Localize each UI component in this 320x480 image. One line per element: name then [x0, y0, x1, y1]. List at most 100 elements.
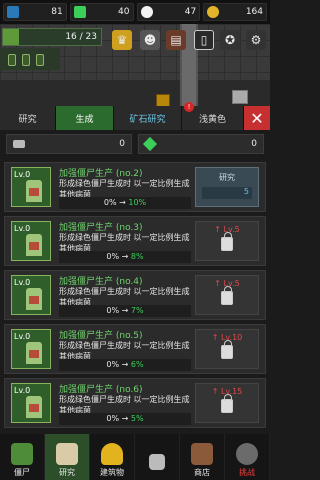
lock-icon [149, 454, 165, 470]
nav-label: 建筑物 [100, 468, 124, 477]
research-icon: Lv.0 [11, 167, 51, 207]
percent-to: 8% [130, 252, 144, 261]
percent-from: 0% [106, 252, 120, 261]
currency-value: 0 [119, 139, 125, 149]
character-icon[interactable]: ☻ [140, 30, 160, 50]
locked-button[interactable]: ↑ Lv.5 [195, 275, 259, 315]
percent-from: 0% [106, 414, 120, 423]
lab-scene[interactable]: 16 / 23 ♛ ☻ ▤ ▯ ✪ ⚙ [0, 24, 270, 106]
level-progress: 16 / 23 [65, 32, 97, 42]
nav-locked[interactable] [135, 434, 180, 480]
nav-research[interactable]: 研究 [45, 434, 90, 480]
resource-skull-white: 47 [136, 3, 201, 21]
card-icon[interactable]: ▯ [194, 30, 214, 50]
research-button-label: 研究 [219, 173, 235, 182]
zombie-hand-icon [11, 443, 33, 465]
currency-row: 0 0 [0, 134, 270, 154]
tab-research[interactable]: 研究 [0, 106, 56, 130]
zombie-icon [26, 234, 42, 256]
item-level: Lv.0 [14, 332, 31, 341]
medal-icon[interactable]: ✪ [220, 30, 240, 50]
item-level: Lv.0 [14, 224, 31, 233]
resource-flask: 40 [69, 3, 134, 21]
research-percent: 0% → 8% [59, 251, 191, 263]
percent-from: 0% [103, 198, 117, 207]
crate-icon [156, 94, 170, 106]
zombie-icon [26, 288, 42, 310]
percent-to: 10% [128, 198, 147, 207]
research-icon: Lv.0 [11, 275, 51, 315]
research-icon: Lv.0 [11, 329, 51, 369]
currency-gem: 0 [138, 134, 264, 154]
research-item: Lv.0 加强僵尸生产 (no.5) 形成绿色僵尸生成时 以一定比例生成其他病菌… [4, 324, 266, 374]
nav-shop[interactable]: 商店 [180, 434, 225, 480]
nav-label: 商店 [194, 468, 210, 477]
gasmask-icon [236, 443, 258, 465]
tab-label: 浅黄色 [198, 114, 226, 125]
jar-icon [8, 54, 16, 66]
nav-label: 僵尸 [14, 468, 30, 477]
research-item: Lv.0 加强僵尸生产 (no.6) 形成绿色僵尸生成时 以一定比例生成其他病菌… [4, 378, 266, 428]
shop-icon [191, 443, 213, 465]
research-list[interactable]: Lv.0 加强僵尸生产 (no.2) 形成绿色僵尸生成时 以一定比例生成其他病菌… [4, 162, 266, 430]
percent-to: 5% [130, 414, 144, 423]
percent-to: 6% [130, 360, 144, 369]
jar-icon [36, 54, 44, 66]
locked-button[interactable]: ↑ Lv.10 [195, 329, 259, 369]
resource-value: 164 [245, 7, 263, 17]
gear-icon[interactable]: ⚙ [246, 30, 266, 50]
research-percent: 0% → 7% [59, 305, 191, 317]
skull-icon [7, 6, 19, 18]
item-level: Lv.0 [14, 170, 31, 179]
resource-skull: 81 [3, 3, 67, 21]
lock-icon [221, 394, 233, 413]
research-item: Lv.0 加强僵尸生产 (no.2) 形成绿色僵尸生成时 以一定比例生成其他病菌… [4, 162, 266, 212]
tab-generate[interactable]: 生成 [56, 106, 114, 130]
nav-label: 挑战 [239, 468, 255, 477]
helmet-icon [101, 443, 123, 465]
nav-buildings[interactable]: 建筑物 [90, 434, 135, 480]
nav-challenge[interactable]: 挑战 [225, 434, 270, 480]
close-button[interactable]: ✕ [244, 106, 270, 130]
nav-label: 研究 [59, 468, 75, 477]
research-icon: Lv.0 [11, 221, 51, 261]
tab-label: 矿石研究 [129, 114, 166, 125]
zombie-head-icon [3, 29, 19, 45]
gem-icon [142, 136, 158, 152]
zombie-icon [26, 396, 42, 418]
research-cost: 5 [202, 187, 252, 199]
game-screen: 81 40 47 164 16 / 23 ♛ ☻ ▤ ▯ ✪ ⚙ 研究 生成 矿… [0, 0, 270, 480]
level-indicator[interactable]: 16 / 23 [2, 28, 102, 46]
research-item: Lv.0 加强僵尸生产 (no.3) 形成绿色僵尸生成时 以一定比例生成其他病菌… [4, 216, 266, 266]
locked-button[interactable]: ↑ Lv.15 [195, 383, 259, 423]
lock-icon [221, 286, 233, 305]
research-percent: 0% → 10% [59, 197, 191, 209]
tab-label: 生成 [75, 114, 94, 125]
cost-value: 5 [243, 187, 249, 196]
jar-icon [22, 54, 30, 66]
research-button[interactable]: 研究 5 [195, 167, 259, 207]
trophy-icon[interactable]: ♛ [112, 30, 132, 50]
research-percent: 0% → 5% [59, 413, 191, 425]
locked-button[interactable]: ↑ Lv.5 [195, 221, 259, 261]
book-icon[interactable]: ▤ [166, 30, 186, 50]
currency-value: 0 [251, 139, 257, 149]
resource-value: 81 [51, 7, 63, 17]
lock-icon [221, 340, 233, 359]
nav-zombies[interactable]: 僵尸 [0, 434, 45, 480]
floor [0, 80, 270, 106]
resource-bar: 81 40 47 164 [0, 0, 270, 24]
tab-light-yellow[interactable]: ! 浅黄色 [182, 102, 244, 130]
currency-stone: 0 [6, 134, 132, 154]
percent-to: 7% [130, 306, 144, 315]
percent-from: 0% [106, 306, 120, 315]
notification-badge: ! [184, 102, 194, 112]
zombie-icon [26, 180, 42, 202]
computer-icon [232, 90, 248, 104]
research-item: Lv.0 加强僵尸生产 (no.4) 形成绿色僵尸生成时 以一定比例生成其他病菌… [4, 270, 266, 320]
bottom-nav: 僵尸 研究 建筑物 商店 挑战 [0, 434, 270, 480]
flask-icon [73, 6, 86, 18]
lock-icon [221, 232, 233, 251]
tab-ore-research[interactable]: 矿石研究 [114, 106, 182, 130]
percent-from: 0% [106, 360, 120, 369]
